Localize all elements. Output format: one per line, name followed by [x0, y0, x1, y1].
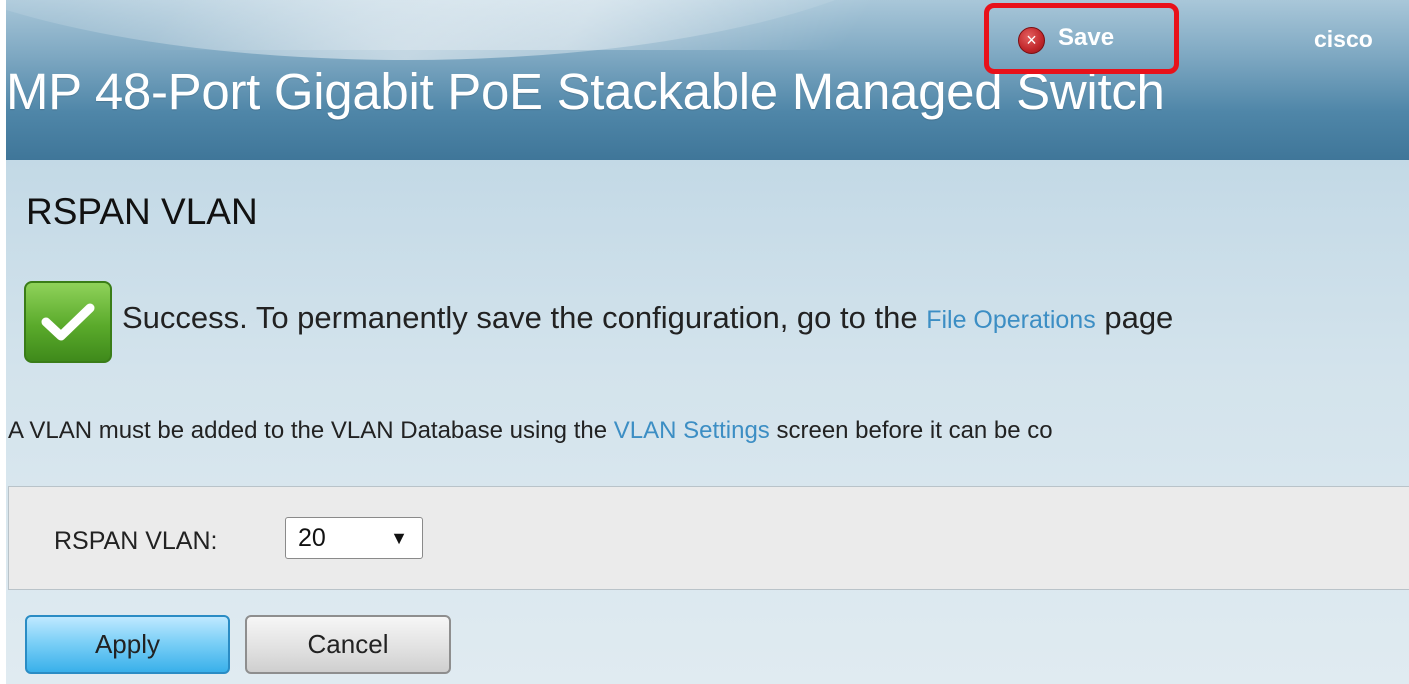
cisco-logo: cisco — [1314, 26, 1373, 52]
header-decoration-sweep — [141, 0, 891, 50]
apply-button[interactable]: Apply — [25, 615, 230, 674]
main-content: RSPAN VLAN Success. To permanently save … — [6, 160, 1409, 684]
success-text-end: page — [1095, 300, 1174, 335]
vlan-settings-link[interactable]: VLAN Settings — [614, 417, 770, 444]
app-header: MP 48-Port Gigabit PoE Stackable Managed… — [6, 0, 1409, 160]
cancel-button[interactable]: Cancel — [245, 615, 451, 674]
page-title: RSPAN VLAN — [26, 191, 258, 232]
success-message: Success. To permanently save the configu… — [122, 300, 1173, 336]
checkmark-glyph — [41, 303, 95, 341]
checkmark-icon — [24, 281, 112, 363]
save-button[interactable]: × Save — [1018, 18, 1114, 58]
save-label: Save — [1058, 24, 1115, 51]
rspan-vlan-label: RSPAN VLAN: — [54, 527, 218, 555]
chevron-down-icon: ▼ — [390, 527, 408, 548]
rspan-vlan-value: 20 — [298, 523, 326, 552]
close-circle-icon: × — [1018, 26, 1045, 54]
rspan-vlan-select[interactable]: 20 ▼ — [285, 517, 423, 559]
info-text-start: A VLAN must be added to the VLAN Databas… — [8, 417, 614, 444]
info-text-end: screen before it can be co — [769, 417, 1053, 444]
file-operations-link[interactable]: File Operations — [926, 306, 1096, 334]
rspan-form-panel: RSPAN VLAN: 20 ▼ — [8, 486, 1409, 590]
success-text: Success. To permanently save the configu… — [122, 300, 927, 335]
page-frame: MP 48-Port Gigabit PoE Stackable Managed… — [0, 0, 1409, 684]
info-text: A VLAN must be added to the VLAN Databas… — [8, 417, 1053, 445]
